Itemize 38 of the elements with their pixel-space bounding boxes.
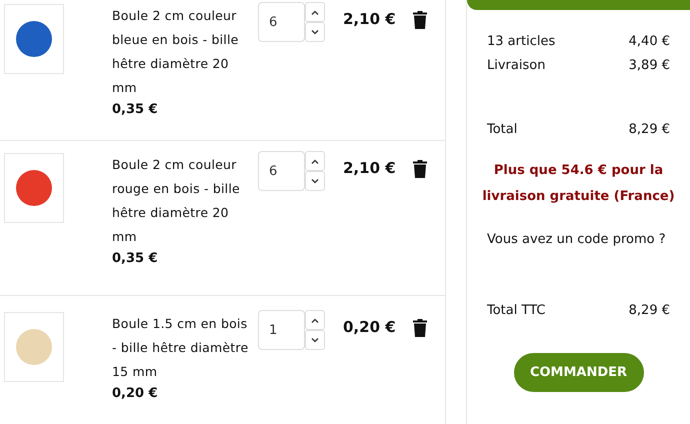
- total-label: Total: [487, 121, 518, 139]
- quantity-field[interactable]: 6: [258, 151, 305, 191]
- chevron-down-icon: [311, 338, 319, 342]
- line-total: 2,10 €: [343, 159, 397, 177]
- decrease-button[interactable]: [305, 330, 325, 350]
- chevron-up-icon: [311, 10, 319, 14]
- total-ttc-value: 8,29 €: [628, 302, 670, 320]
- summary-label: 13 articles: [487, 33, 556, 51]
- line-total: 0,20 €: [343, 318, 397, 336]
- quantity-field[interactable]: 1: [258, 310, 305, 350]
- summary-value: 4,40 €: [628, 33, 670, 51]
- summary-label: Livraison: [487, 57, 546, 75]
- increase-button[interactable]: [305, 310, 325, 330]
- trash-icon[interactable]: [413, 319, 427, 337]
- increase-button[interactable]: [305, 2, 325, 22]
- unit-price: 0,35 €: [112, 102, 159, 117]
- chevron-down-icon: [311, 30, 319, 34]
- increase-button[interactable]: [305, 151, 325, 171]
- product-name[interactable]: Boule 2 cm couleur bleue en bois - bille hêtre diamètre 20 mm: [112, 4, 250, 100]
- free-shipping-note: Plus que 54.6 € pour la livraison gratuite (France): [481, 162, 676, 206]
- order-button[interactable]: COMMANDER: [514, 353, 644, 392]
- chevron-up-icon: [311, 318, 319, 322]
- decrease-button[interactable]: [305, 171, 325, 191]
- chevron-down-icon: [311, 178, 319, 184]
- trash-icon[interactable]: [413, 160, 427, 178]
- total-value: 8,29 €: [628, 121, 670, 139]
- product-name[interactable]: Boule 2 cm couleur rouge en bois - bille hêtre diamètre 20 mm: [112, 153, 250, 249]
- product-name[interactable]: Boule 1.5 cm en bois - bille hêtre diamètre 15 mm: [112, 312, 250, 384]
- trash-icon[interactable]: [413, 11, 427, 29]
- decrease-button[interactable]: [305, 22, 325, 42]
- summary-value: 3,89 €: [628, 57, 670, 75]
- promo-code-link[interactable]: Vous avez un code promo ?: [467, 232, 690, 247]
- unit-price: 0,35 €: [112, 251, 159, 266]
- line-total: 2,10 €: [343, 10, 397, 28]
- quantity-field[interactable]: 6: [258, 2, 305, 42]
- unit-price: 0,20 €: [112, 386, 159, 401]
- chevron-up-icon: [311, 158, 319, 164]
- total-ttc-label: Total TTC: [487, 302, 546, 320]
